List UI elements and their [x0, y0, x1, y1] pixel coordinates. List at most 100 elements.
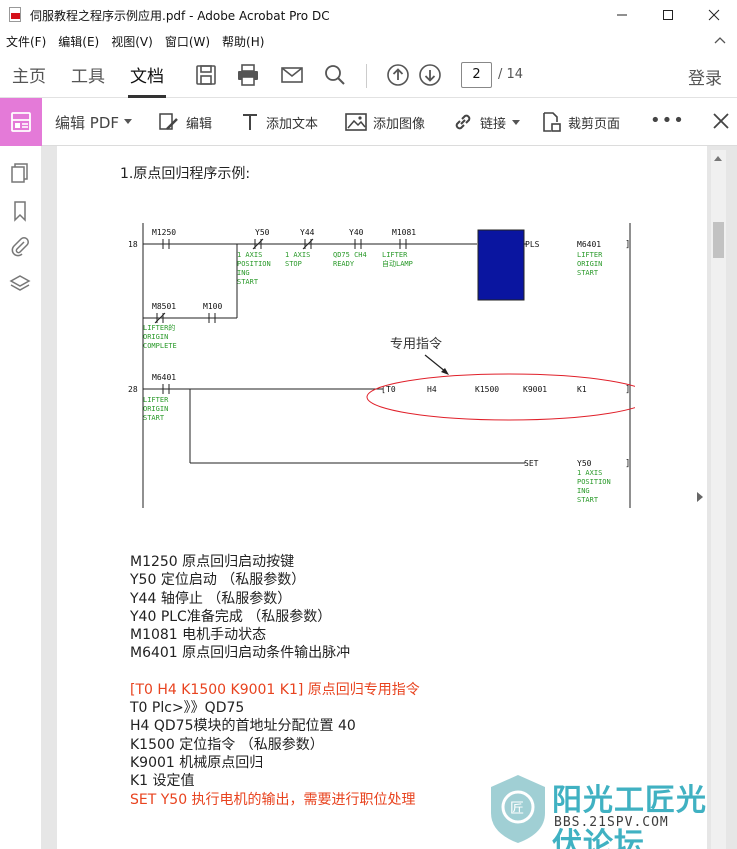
- comment: ING: [237, 269, 250, 277]
- rung-number: 18: [128, 240, 138, 249]
- comment: ING: [577, 487, 590, 495]
- maximize-button[interactable]: [645, 0, 691, 30]
- attachment-icon[interactable]: [9, 235, 31, 257]
- search-icon[interactable]: [323, 63, 347, 87]
- bookmark-icon[interactable]: [9, 200, 31, 222]
- edit-button[interactable]: 编辑: [158, 110, 212, 134]
- save-icon[interactable]: [194, 63, 218, 87]
- minimize-icon: [617, 14, 627, 16]
- svg-text:]: ]: [625, 385, 630, 395]
- contact-label: M100: [203, 302, 222, 311]
- note-line: K1500 定位指令 （私服参数）: [130, 736, 324, 753]
- comment: POSITION: [237, 260, 271, 268]
- note-line: K1 设定值: [130, 773, 195, 790]
- contact-y44: [302, 238, 314, 250]
- callout-text: 专用指令: [390, 337, 442, 352]
- print-icon[interactable]: [236, 63, 260, 87]
- vertical-scrollbar[interactable]: [711, 150, 726, 849]
- note-line: Y40 PLC准备完成 （私服参数）: [130, 608, 332, 625]
- instruction: SET: [524, 459, 539, 468]
- contact-label: Y44: [300, 228, 315, 237]
- section-heading: 1.原点回归程序示例:: [120, 166, 251, 182]
- contact-y50: [252, 238, 264, 250]
- window-title: 伺服教程之程序示例应用.pdf - Adobe Acrobat Pro DC: [30, 8, 330, 23]
- menu-file[interactable]: 文件(F): [0, 33, 52, 50]
- minimize-button[interactable]: [599, 0, 645, 30]
- operand: K1: [577, 385, 587, 394]
- watermark-brand: 阳光工匠光伏论坛: [552, 783, 707, 849]
- contact-label: Y40: [349, 228, 364, 237]
- login-button[interactable]: 登录: [688, 64, 722, 89]
- crop-page-icon: [543, 112, 561, 132]
- tab-document[interactable]: 文档: [130, 62, 164, 87]
- comment: STOP: [285, 260, 302, 268]
- comment: ORIGIN: [143, 405, 168, 413]
- add-text-label: 添加文本: [266, 116, 319, 132]
- menu-view[interactable]: 视图(V): [105, 33, 159, 50]
- svg-text:]: ]: [625, 459, 630, 469]
- page-number-input[interactable]: 2: [461, 62, 492, 88]
- image-icon: [345, 113, 367, 131]
- comment: ORIGIN: [143, 333, 168, 341]
- email-icon[interactable]: [280, 63, 304, 87]
- comment: READY: [333, 260, 355, 268]
- next-page-icon[interactable]: [418, 63, 442, 87]
- watermark-logo: 匠 阳光工匠光伏论坛 BBS.21SPV.COM: [488, 773, 737, 849]
- menu-window[interactable]: 窗口(W): [159, 33, 216, 50]
- crop-pages-label: 裁剪页面: [568, 116, 621, 132]
- contact-m8501: [154, 312, 166, 324]
- operand: T0: [386, 385, 396, 394]
- comment: COMPLETE: [143, 342, 177, 350]
- note-line: Y44 轴停止 （私服参数）: [130, 590, 292, 607]
- comment: QD75 CH4: [333, 251, 367, 259]
- svg-text:]: ]: [625, 240, 630, 250]
- close-icon[interactable]: [710, 110, 732, 132]
- note-line: M6401 原点回归启动条件输出脉冲: [130, 645, 351, 662]
- crop-pages-button[interactable]: 裁剪页面: [540, 110, 620, 134]
- text-icon: [243, 114, 257, 130]
- main-toolbar: 主页 工具 文档 2 / 14 登录: [0, 52, 737, 98]
- comment: START: [237, 278, 259, 286]
- rung-number: 28: [128, 385, 138, 394]
- comment: 1 AXIS: [285, 251, 310, 259]
- expand-right-panel-icon[interactable]: [697, 492, 703, 502]
- page-thumbnails-icon[interactable]: [9, 162, 31, 184]
- collapse-toolbar-icon[interactable]: [713, 33, 727, 47]
- edit-pdf-dropdown[interactable]: 编辑 PDF: [55, 112, 119, 133]
- comment: START: [577, 496, 599, 504]
- callout-ellipse: [366, 373, 635, 421]
- comment: LIFTER: [143, 396, 169, 404]
- comment: 1 AXIS: [577, 469, 602, 477]
- edit-pdf-icon: [11, 112, 31, 132]
- edit-pencil-icon: [159, 113, 178, 130]
- more-options-icon[interactable]: •••: [650, 110, 685, 131]
- operand: K9001: [523, 385, 547, 394]
- page-total: / 14: [498, 67, 524, 82]
- add-image-button[interactable]: 添加图像: [345, 110, 425, 134]
- previous-page-icon[interactable]: [386, 63, 410, 87]
- maximize-icon: [663, 10, 673, 20]
- comment: START: [577, 269, 599, 277]
- link-dropdown[interactable]: 链接: [452, 110, 521, 134]
- explanation-notes: M1250 原点回归启动按键 Y50 定位启动 （私服参数） Y44 轴停止 （…: [130, 553, 420, 809]
- close-window-button[interactable]: [691, 0, 737, 30]
- edit-pdf-tool-tile[interactable]: [0, 98, 42, 146]
- add-text-button[interactable]: 添加文本: [240, 110, 318, 134]
- menu-help[interactable]: 帮助(H): [216, 33, 270, 50]
- contact-label: M1250: [152, 228, 176, 237]
- comment: LIFTER: [577, 251, 603, 259]
- scroll-up-icon[interactable]: [714, 156, 722, 161]
- shield-logo-icon: 匠: [491, 775, 545, 843]
- acrobat-pdf-icon: [8, 7, 22, 23]
- ladder-diagram: 18 M1250 Y50 Y44 Y40 M1081 1 AXIS POSITI…: [128, 223, 635, 508]
- watermark-url: BBS.21SPV.COM: [554, 815, 669, 830]
- toolbar-divider: [366, 64, 367, 88]
- layers-icon[interactable]: [9, 273, 31, 295]
- menu-edit[interactable]: 编辑(E): [52, 33, 105, 50]
- scroll-thumb[interactable]: [713, 222, 724, 258]
- tab-home[interactable]: 主页: [12, 62, 46, 87]
- note-line: [T0 H4 K1500 K9001 K1] 原点回归专用指令: [130, 681, 420, 698]
- tab-tools[interactable]: 工具: [71, 62, 105, 87]
- link-icon: [455, 114, 471, 130]
- link-label: 链接: [480, 116, 507, 132]
